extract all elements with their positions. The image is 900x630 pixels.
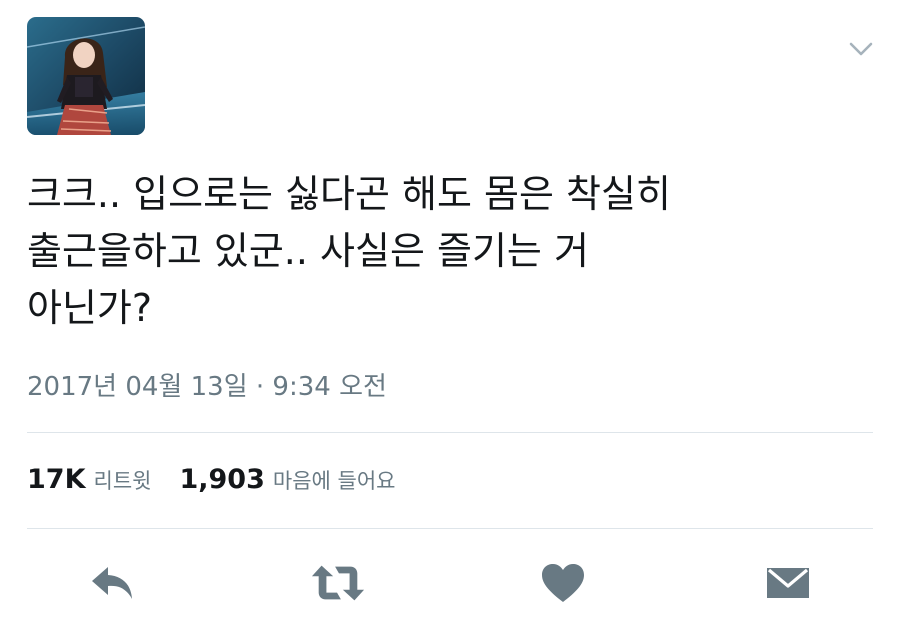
tweet-text-line: 크크.. 입으로는 싫다곤 해도 몸은 착실히 [27, 172, 671, 216]
chevron-down-icon[interactable] [846, 38, 876, 60]
divider [27, 528, 873, 529]
retweet-icon [311, 565, 365, 601]
like-count[interactable]: 1,903 [179, 464, 264, 495]
message-button[interactable] [760, 558, 816, 608]
message-icon [767, 568, 809, 598]
like-label[interactable]: 마음에 들어요 [273, 465, 396, 495]
tweet-timestamp[interactable]: 2017년 04월 13일 · 9:34 오전 [27, 366, 387, 403]
retweet-label[interactable]: 리트윗 [94, 465, 152, 495]
retweet-button[interactable] [310, 558, 366, 608]
like-button[interactable] [535, 558, 591, 608]
tweet-text-line: 출근을하고 있군.. 사실은 즐기는 거 [27, 229, 589, 273]
tweet-text-line: 아닌가? [27, 286, 153, 330]
divider [27, 432, 873, 433]
reply-button[interactable] [85, 558, 141, 608]
reply-icon [92, 567, 132, 599]
avatar[interactable] [27, 17, 145, 135]
retweet-count[interactable]: 17K [27, 464, 86, 495]
tweet-text: 크크.. 입으로는 싫다곤 해도 몸은 착실히 출근을하고 있군.. 사실은 즐… [27, 166, 867, 337]
avatar-image [27, 17, 145, 135]
tweet-stats: 17K 리트윗 1,903 마음에 들어요 [27, 464, 395, 495]
like-icon [542, 564, 584, 602]
